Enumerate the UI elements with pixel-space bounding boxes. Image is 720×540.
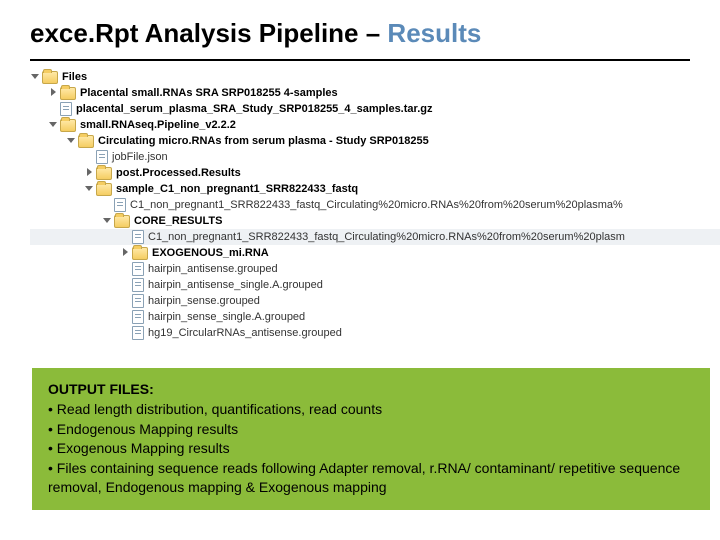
chevron-right-icon[interactable]: [48, 88, 58, 98]
tree-folder[interactable]: CORE_RESULTS: [30, 213, 720, 229]
tree-label: CORE_RESULTS: [134, 215, 222, 227]
folder-icon: [132, 247, 148, 260]
tree-folder[interactable]: Placental small.RNAs SRA SRP018255 4-sam…: [30, 85, 720, 101]
tree-label: EXOGENOUS_mi.RNA: [152, 247, 269, 259]
tree-label: jobFile.json: [112, 151, 168, 163]
tree-label: post.Processed.Results: [116, 167, 241, 179]
chevron-down-icon[interactable]: [102, 216, 112, 226]
file-icon: [132, 310, 144, 324]
chevron-down-icon[interactable]: [48, 120, 58, 130]
tree-folder[interactable]: Files: [30, 69, 720, 85]
tree-folder[interactable]: Circulating micro.RNAs from serum plasma…: [30, 133, 720, 149]
title-rule: [30, 59, 690, 61]
title-pre: exce.Rpt Analysis Pipeline: [30, 18, 366, 48]
tree-label: C1_non_pregnant1_SRR822433_fastq_Circula…: [148, 231, 625, 243]
tree-label: hairpin_sense.grouped: [148, 295, 260, 307]
tree-label: Files: [62, 71, 87, 83]
callout-heading: OUTPUT FILES:: [48, 380, 694, 400]
slide: exce.Rpt Analysis Pipeline – Results Fil…: [0, 0, 720, 540]
folder-icon: [96, 167, 112, 180]
tree-label: C1_non_pregnant1_SRR822433_fastq_Circula…: [130, 199, 623, 211]
file-icon: [96, 150, 108, 164]
tree-label: Placental small.RNAs SRA SRP018255 4-sam…: [80, 87, 338, 99]
file-icon: [132, 278, 144, 292]
callout-line: • Exogenous Mapping results: [48, 439, 694, 459]
tree-label: placental_serum_plasma_SRA_Study_SRP0182…: [76, 103, 432, 115]
folder-icon: [60, 87, 76, 100]
page-title: exce.Rpt Analysis Pipeline – Results: [0, 0, 720, 59]
tree-file[interactable]: hairpin_sense_single.A.grouped: [30, 309, 720, 325]
tree-file[interactable]: C1_non_pregnant1_SRR822433_fastq_Circula…: [30, 197, 720, 213]
tree-label: hg19_CircularRNAs_antisense.grouped: [148, 327, 342, 339]
tree-label: hairpin_antisense.grouped: [148, 263, 278, 275]
tree-label: hairpin_antisense_single.A.grouped: [148, 279, 323, 291]
tree-file[interactable]: hg19_CircularRNAs_antisense.grouped: [30, 325, 720, 341]
title-accent: Results: [387, 18, 481, 48]
tree-file[interactable]: C1_non_pregnant1_SRR822433_fastq_Circula…: [30, 229, 720, 245]
title-dash: –: [366, 18, 388, 48]
file-icon: [60, 102, 72, 116]
tree-label: small.RNAseq.Pipeline_v2.2.2: [80, 119, 236, 131]
callout-line: • Endogenous Mapping results: [48, 420, 694, 440]
tree-file[interactable]: hairpin_antisense.grouped: [30, 261, 720, 277]
folder-icon: [114, 215, 130, 228]
tree-label: hairpin_sense_single.A.grouped: [148, 311, 305, 323]
tree-folder[interactable]: small.RNAseq.Pipeline_v2.2.2: [30, 117, 720, 133]
tree-folder[interactable]: sample_C1_non_pregnant1_SRR822433_fastq: [30, 181, 720, 197]
folder-icon: [60, 119, 76, 132]
output-files-callout: OUTPUT FILES: • Read length distribution…: [32, 368, 710, 510]
chevron-right-icon[interactable]: [120, 248, 130, 258]
tree-label: sample_C1_non_pregnant1_SRR822433_fastq: [116, 183, 358, 195]
file-icon: [132, 262, 144, 276]
callout-line: • Read length distribution, quantificati…: [48, 400, 694, 420]
chevron-down-icon[interactable]: [66, 136, 76, 146]
tree-folder[interactable]: EXOGENOUS_mi.RNA: [30, 245, 720, 261]
folder-icon: [78, 135, 94, 148]
tree-file[interactable]: hairpin_antisense_single.A.grouped: [30, 277, 720, 293]
file-icon: [132, 294, 144, 308]
chevron-right-icon[interactable]: [84, 168, 94, 178]
file-icon: [132, 230, 144, 244]
tree-label: Circulating micro.RNAs from serum plasma…: [98, 135, 429, 147]
folder-icon: [96, 183, 112, 196]
tree-file[interactable]: placental_serum_plasma_SRA_Study_SRP0182…: [30, 101, 720, 117]
tree-file[interactable]: jobFile.json: [30, 149, 720, 165]
chevron-down-icon[interactable]: [30, 72, 40, 82]
folder-icon: [42, 71, 58, 84]
file-tree: Files Placental small.RNAs SRA SRP018255 …: [0, 69, 720, 341]
tree-file[interactable]: hairpin_sense.grouped: [30, 293, 720, 309]
tree-folder[interactable]: post.Processed.Results: [30, 165, 720, 181]
file-icon: [114, 198, 126, 212]
file-icon: [132, 326, 144, 340]
callout-line: • Files containing sequence reads follow…: [48, 459, 694, 498]
chevron-down-icon[interactable]: [84, 184, 94, 194]
